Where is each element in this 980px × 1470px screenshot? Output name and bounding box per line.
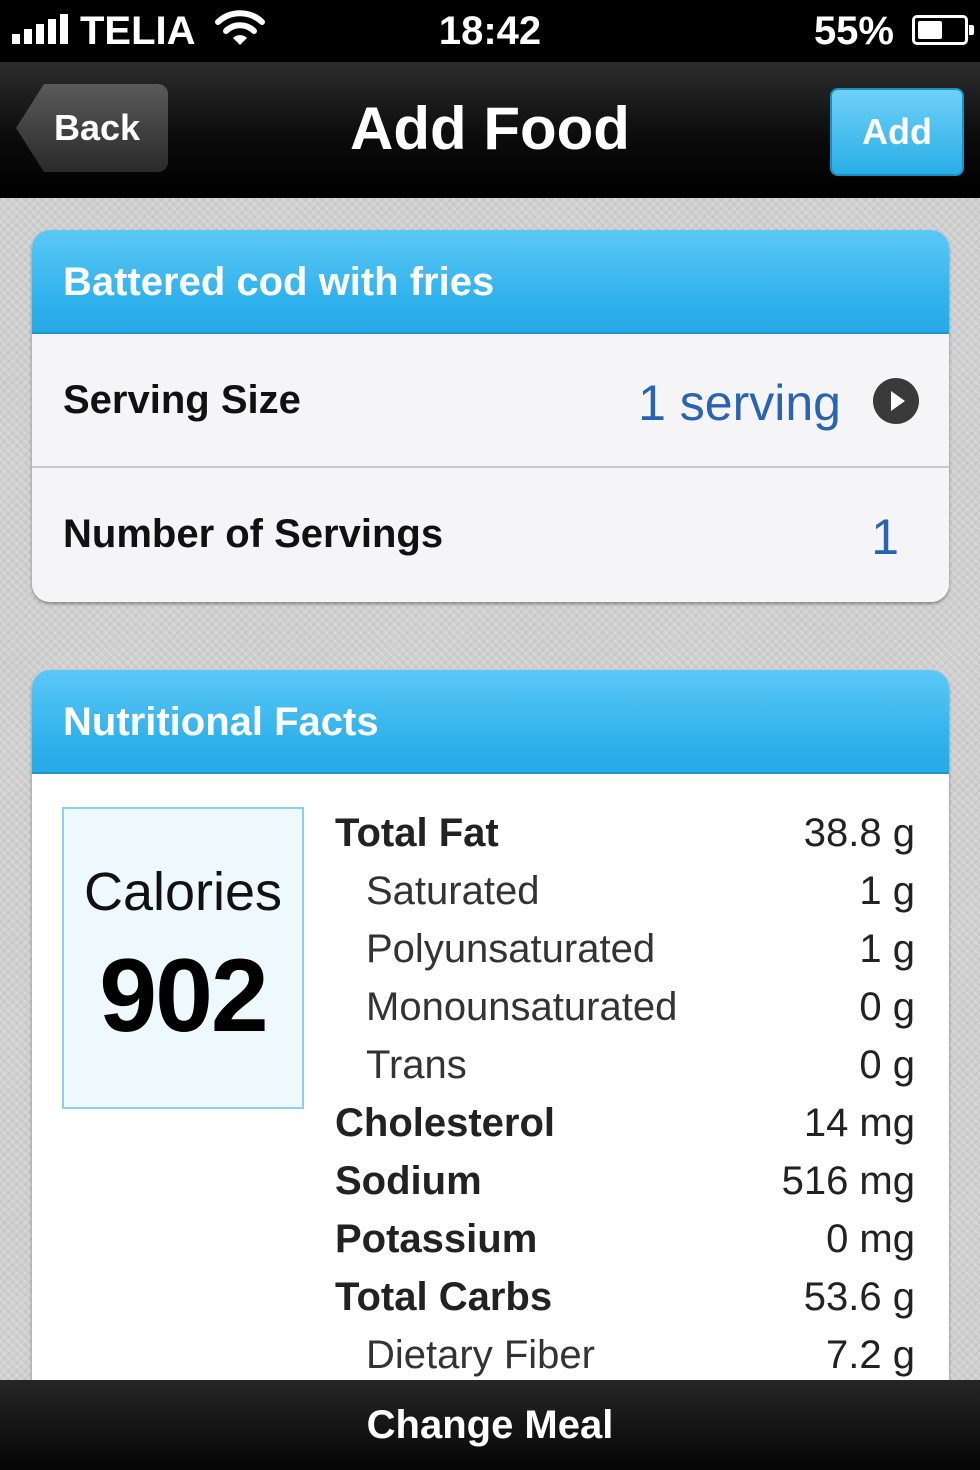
- disclosure-arrow-icon[interactable]: [873, 378, 919, 424]
- nutrition-body: Calories 902 Total Fat 38.8 g Saturated 1 g…: [32, 774, 949, 1394]
- nutrient-amount: 516 mg: [781, 1159, 915, 1203]
- food-details-card: Battered cod with fries Serving Size 1 s…: [32, 230, 949, 602]
- nutrient-amount: 0 g: [859, 1043, 915, 1087]
- nutrient-row: Potassium 0 mg: [335, 1213, 915, 1271]
- nutrient-amount: 0 mg: [826, 1217, 915, 1261]
- nutrient-row: Sodium 516 mg: [335, 1155, 915, 1213]
- serving-size-label: Serving Size: [63, 378, 301, 422]
- nutrient-row: Dietary Fiber 7.2 g: [335, 1329, 915, 1387]
- nutrient-name: Sodium: [335, 1159, 482, 1203]
- nutrient-name: Total Carbs: [335, 1275, 553, 1319]
- nutrition-header: Nutritional Facts: [32, 670, 949, 774]
- nutrient-name: Trans: [366, 1043, 467, 1087]
- nutrient-amount: 0 g: [859, 985, 915, 1029]
- calories-box: Calories 902: [62, 807, 304, 1109]
- nutrient-amount: 38.8 g: [803, 811, 915, 855]
- change-meal-button[interactable]: Change Meal: [0, 1380, 980, 1470]
- nutrient-amount: 7.2 g: [826, 1333, 915, 1377]
- status-bar: TELIA 18:42 55%: [0, 0, 980, 62]
- nutrient-amount: 1 g: [859, 927, 915, 971]
- number-of-servings-label: Number of Servings: [63, 512, 444, 556]
- nutrient-name: Cholesterol: [335, 1101, 556, 1145]
- nutrient-row: Polyunsaturated 1 g: [335, 923, 915, 981]
- nutrient-row: Total Fat 38.8 g: [335, 807, 915, 865]
- battery-percentage: 55%: [813, 9, 894, 53]
- nutrient-name: Saturated: [366, 869, 540, 913]
- nutrient-name: Dietary Fiber: [366, 1333, 595, 1377]
- nutrient-row: Trans 0 g: [335, 1039, 915, 1097]
- nutrient-name: Potassium: [335, 1217, 538, 1261]
- calories-label: Calories: [83, 862, 283, 922]
- add-button[interactable]: Add: [830, 88, 964, 176]
- navigation-bar: Back Add Food Add: [0, 62, 980, 198]
- nutrient-row: Saturated 1 g: [335, 865, 915, 923]
- nutrient-amount: 53.6 g: [803, 1275, 915, 1319]
- nutrient-row: Monounsaturated 0 g: [335, 981, 915, 1039]
- nutrient-amount: 14 mg: [803, 1101, 915, 1145]
- nutrient-list: Total Fat 38.8 g Saturated 1 g Polyunsaturat…: [335, 807, 915, 1387]
- calories-value: 902: [99, 938, 269, 1054]
- nutrient-row: Cholesterol 14 mg: [335, 1097, 915, 1155]
- nutrient-name: Total Fat: [335, 811, 499, 855]
- nutrient-name: Polyunsaturated: [366, 927, 656, 971]
- nutrient-amount: 1 g: [859, 869, 915, 913]
- battery-level-fill: [918, 21, 943, 39]
- battery-icon: [912, 15, 974, 45]
- food-name-header: Battered cod with fries: [32, 230, 949, 334]
- serving-size-value: 1 serving: [638, 375, 841, 431]
- number-of-servings-row[interactable]: Number of Servings 1: [32, 466, 949, 602]
- nutrient-row: Total Carbs 53.6 g: [335, 1271, 915, 1329]
- number-of-servings-value: 1: [871, 509, 899, 565]
- nutrition-card: Nutritional Facts Calories 902 Total Fat…: [32, 670, 949, 1430]
- nutrient-name: Monounsaturated: [366, 985, 678, 1029]
- serving-size-row[interactable]: Serving Size 1 serving: [32, 334, 949, 466]
